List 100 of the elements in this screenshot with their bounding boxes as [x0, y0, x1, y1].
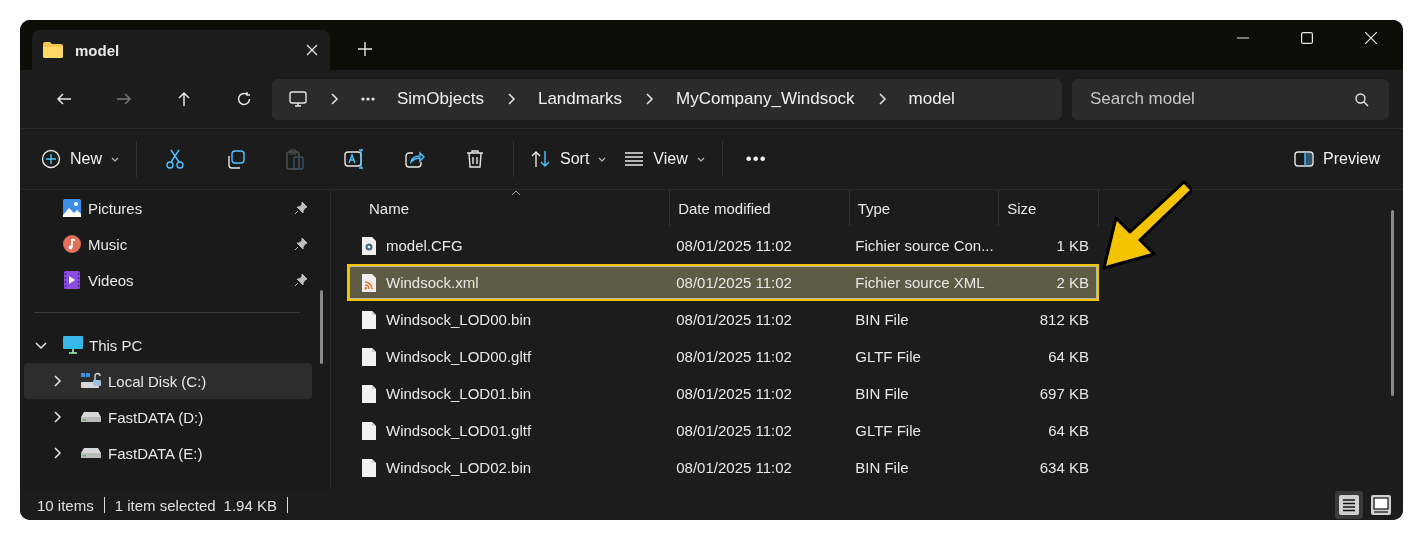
- file-row[interactable]: Windsock.xml 08/01/2025 11:02 Fichier source XML 2 KB: [347, 264, 1099, 301]
- caret-icon: [598, 156, 607, 162]
- column-header[interactable]: Type: [849, 190, 1000, 226]
- document-icon: [361, 420, 377, 441]
- sidebar-item[interactable]: Pictures: [20, 190, 312, 226]
- new-button[interactable]: New: [32, 140, 128, 178]
- selection-count: 1 item selected: [114, 496, 216, 514]
- table-cell-text: BIN File: [854, 385, 910, 402]
- search-field[interactable]: Search model: [1072, 78, 1389, 120]
- sidebar-item[interactable]: Videos: [20, 262, 312, 298]
- file-row[interactable]: Windsock_LOD01.bin 08/01/2025 11:02 BIN File 697 KB: [347, 375, 1099, 412]
- sort-button[interactable]: Sort: [522, 140, 616, 178]
- file-row[interactable]: Windsock_LOD01.gltf 08/01/2025 11:02 GLTF File 64 KB: [347, 412, 1099, 449]
- table-cell-text: 2 KB: [1055, 274, 1090, 291]
- rename-icon: [344, 149, 366, 169]
- maximize-icon[interactable]: [1301, 32, 1313, 44]
- scrollbar[interactable]: [1391, 210, 1394, 396]
- breadcrumb[interactable]: model: [908, 89, 955, 109]
- tab[interactable]: model: [32, 30, 330, 70]
- breadcrumb[interactable]: Landmarks: [537, 89, 623, 109]
- table-cell-text: GLTF File: [854, 422, 922, 439]
- close-icon[interactable]: [1365, 32, 1377, 44]
- table-cell-text: 08/01/2025 11:02: [675, 311, 793, 328]
- music-icon: [63, 235, 81, 253]
- address-bar[interactable]: SimObjects Landmarks MyCompany_Windsock model: [272, 78, 1062, 120]
- chevron-icon: [52, 375, 62, 387]
- view-button[interactable]: View: [615, 140, 714, 178]
- table-cell-text: 634 KB: [1038, 459, 1090, 476]
- breadcrumb[interactable]: MyCompany_Windsock: [676, 89, 855, 109]
- monitor-icon: [289, 90, 307, 108]
- preview-button[interactable]: Preview: [1285, 140, 1389, 178]
- file-row[interactable]: model.CFG 08/01/2025 11:02 Fichier source Con... 1 KB: [347, 227, 1099, 264]
- folder-icon: [43, 42, 63, 58]
- file-name: Windsock_LOD01.bin: [386, 385, 532, 402]
- breadcrumb[interactable]: SimObjects: [397, 89, 484, 109]
- monitor-icon: [63, 336, 83, 354]
- table-cell-text: 08/01/2025 11:02: [675, 422, 793, 439]
- table-cell-text: Fichier source Con...: [854, 237, 995, 254]
- column-header[interactable]: Size: [999, 190, 1099, 226]
- chevron-icon: [644, 93, 655, 105]
- copy-icon: [225, 149, 245, 169]
- details-view-button[interactable]: [1335, 491, 1363, 519]
- back-icon: [56, 91, 72, 107]
- list-lines-icon: [624, 152, 645, 166]
- table-cell-text: 1 KB: [1055, 237, 1090, 254]
- selection-size: 1.94 KB: [223, 496, 277, 514]
- tree-item[interactable]: This PC: [20, 327, 312, 363]
- document-icon: [361, 383, 377, 404]
- file-name: Windsock.xml: [386, 274, 479, 291]
- trash-icon: [466, 149, 484, 169]
- tree-item[interactable]: Local Disk (C:): [24, 363, 312, 399]
- more-button[interactable]: •••: [736, 140, 776, 178]
- chevron-icon: [52, 411, 62, 423]
- table-cell-text: 08/01/2025 11:02: [675, 348, 793, 365]
- file-name: Windsock_LOD02.bin: [386, 459, 532, 476]
- scrollbar[interactable]: [320, 290, 323, 364]
- table-cell-text: 08/01/2025 11:02: [675, 459, 793, 476]
- caret-icon: [696, 156, 705, 162]
- tree-item[interactable]: FastDATA (E:): [24, 435, 312, 471]
- table-cell-text: BIN File: [854, 311, 910, 328]
- chevron-icon: [329, 93, 339, 105]
- gear-document-icon: [361, 235, 377, 256]
- table-cell-text: GLTF File: [854, 348, 922, 365]
- drive-icon: [80, 410, 102, 424]
- video-icon: [63, 271, 81, 289]
- drive-icon: [80, 446, 102, 460]
- item-count: 10 items: [37, 496, 94, 514]
- file-row[interactable]: Windsock_LOD00.bin 08/01/2025 11:02 BIN File 812 KB: [347, 301, 1099, 338]
- share-icon: [405, 150, 425, 168]
- table-cell-text: BIN File: [854, 459, 910, 476]
- chevron-icon: [52, 447, 62, 459]
- table-cell-text: 64 KB: [1047, 422, 1090, 439]
- column-header[interactable]: Name: [347, 190, 671, 226]
- up-icon: [176, 91, 192, 107]
- table-cell-text: 64 KB: [1047, 348, 1090, 365]
- chevron-icon: [35, 340, 47, 350]
- table-cell-text: 697 KB: [1038, 385, 1090, 402]
- scissors-icon: [166, 149, 184, 169]
- details-view-icon: [1338, 494, 1360, 516]
- sort-icon: [531, 150, 551, 168]
- caret-icon: [111, 156, 119, 162]
- file-name: Windsock_LOD00.gltf: [386, 348, 532, 365]
- document-icon: [361, 457, 377, 478]
- table-cell-text: Fichier source XML: [854, 274, 986, 291]
- table-cell-text: 812 KB: [1038, 311, 1090, 328]
- close-icon[interactable]: [306, 44, 318, 56]
- new-tab-icon[interactable]: [358, 42, 372, 56]
- search-icon: [1355, 92, 1369, 107]
- column-header[interactable]: Date modified: [670, 190, 850, 226]
- tree-item[interactable]: FastDATA (D:): [24, 399, 312, 435]
- tiles-view-icon: [1370, 494, 1392, 516]
- table-cell-text: 08/01/2025 11:02: [675, 385, 793, 402]
- table-cell-text: 08/01/2025 11:02: [675, 274, 793, 291]
- sidebar-item[interactable]: Music: [20, 226, 312, 262]
- tab-title: model: [75, 41, 121, 59]
- file-row[interactable]: Windsock_LOD02.bin 08/01/2025 11:02 BIN File 634 KB: [347, 449, 1099, 486]
- more-icon[interactable]: [361, 97, 375, 101]
- drive-icon: [80, 372, 102, 390]
- file-row[interactable]: Windsock_LOD00.gltf 08/01/2025 11:02 GLTF File 64 KB: [347, 338, 1099, 375]
- preview-pane-icon: [1294, 151, 1315, 167]
